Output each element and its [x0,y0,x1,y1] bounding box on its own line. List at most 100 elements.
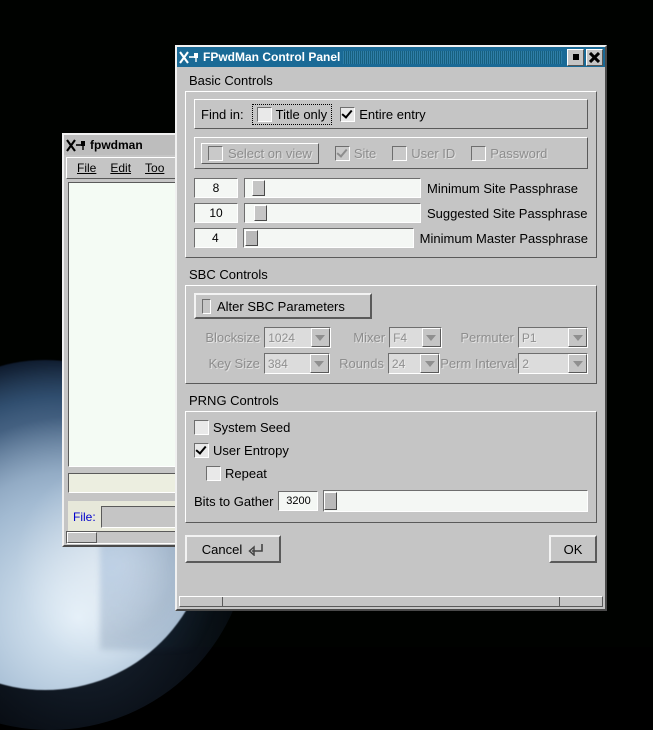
checkbox-title-only[interactable]: Title only [251,103,333,125]
sbc-controls-group: Alter SBC Parameters Blocksize 1024 Mixe… [185,285,597,384]
file-value-field[interactable] [100,506,186,528]
horizontal-scrollbar[interactable] [66,531,188,544]
perm-interval-dropdown: 2 [518,353,588,374]
alter-sbc-checkbox-box[interactable] [202,298,211,314]
rounds-dropdown: 24 [387,353,441,374]
dialog-titlebar[interactable]: FPwdMan Control Panel [177,47,605,67]
checkbox-entire-entry[interactable]: Entire entry [340,106,426,122]
mixer-label: Mixer [353,330,386,345]
menu-item-file[interactable]: File [77,161,96,175]
chevron-down-icon [421,328,441,347]
repeat-checkbox-box[interactable] [206,466,221,481]
fpwdman-title-text: fpwdman [90,138,143,152]
entire-entry-checkbox-box[interactable] [340,106,356,122]
system-seed-label: System Seed [213,420,291,435]
resize-grip-left[interactable] [180,597,223,606]
checkbox-password: Password [471,145,548,161]
title-only-label: Title only [275,106,328,122]
chevron-down-icon [568,354,587,373]
prng-controls-group: System Seed User Entropy Repeat Bits to … [185,411,597,523]
suggested-site-value[interactable]: 10 [194,203,238,223]
bits-to-gather-label: Bits to Gather [194,493,274,509]
minimize-button[interactable] [567,48,584,66]
mixer-value: F4 [393,330,408,345]
min-site-slider-thumb[interactable] [252,180,265,196]
sbc-param-row-2: Key Size 384 Rounds 24 Perm Interval 2 [194,353,588,374]
x-window-icon [179,50,198,64]
suggested-site-label: Suggested Site Passphrase [427,205,588,221]
min-master-value[interactable]: 4 [194,228,237,248]
chevron-down-icon [420,354,440,373]
alter-sbc-parameters-button[interactable]: Alter SBC Parameters [194,293,372,319]
menu-tools-label: Too [145,161,165,175]
dialog-button-bar: Cancel OK [185,535,597,563]
alter-sbc-label: Alter SBC Parameters [217,298,345,314]
resize-grip-strip[interactable] [179,596,603,607]
cancel-label: Cancel [201,541,243,557]
blocksize-value: 1024 [268,330,295,345]
find-in-row: Find in: Title only Entire entry [194,99,588,129]
slider-row-suggested-site: 10 Suggested Site Passphrase [194,203,588,223]
fpwdman-window[interactable]: fpwdman File Edit Too File: [62,133,188,547]
entry-list-area[interactable] [68,182,188,467]
resize-grip-right[interactable] [559,597,602,606]
sbc-param-row-1: Blocksize 1024 Mixer F4 Permuter P1 [194,327,588,348]
close-icon [589,51,600,63]
checkbox-user-entropy[interactable]: User Entropy [194,443,588,458]
slider-row-min-master: 4 Minimum Master Passphrase [194,228,588,248]
basic-controls-heading: Basic Controls [189,73,273,88]
bits-to-gather-value[interactable]: 3200 [278,491,319,511]
user-id-label: User ID [411,145,456,161]
password-checkbox-box [471,145,487,161]
min-master-slider-thumb[interactable] [245,230,259,246]
file-label: File: [73,510,96,524]
min-site-slider[interactable] [244,178,421,198]
repeat-label: Repeat [225,466,267,481]
sbc-controls-heading: SBC Controls [189,267,268,282]
min-master-slider[interactable] [242,228,414,248]
bits-to-gather-slider-thumb[interactable] [324,492,338,510]
blocksize-label: Blocksize [205,330,261,345]
select-on-view-button: Select on view [201,142,319,164]
checkbox-repeat[interactable]: Repeat [206,466,588,481]
scrollbar-thumb[interactable] [67,532,97,543]
select-on-view-checkbox-box [208,145,223,161]
checkbox-system-seed[interactable]: System Seed [194,420,588,435]
chevron-down-icon [310,328,330,347]
min-master-label: Minimum Master Passphrase [419,230,588,246]
menu-item-edit[interactable]: Edit [110,161,131,175]
blocksize-dropdown: 1024 [264,327,331,348]
system-seed-checkbox-box[interactable] [194,420,209,435]
min-site-value[interactable]: 8 [194,178,238,198]
dialog-title-text: FPwdMan Control Panel [203,50,341,64]
search-input[interactable] [68,473,188,493]
menu-item-tools[interactable]: Too [145,161,164,175]
close-button[interactable] [586,48,603,66]
cancel-button[interactable]: Cancel [185,535,281,563]
key-size-label: Key Size [208,356,260,371]
bits-to-gather-slider[interactable] [323,490,588,512]
perm-interval-label: Perm Interval [440,356,518,371]
fpwdman-titlebar[interactable]: fpwdman [64,135,186,155]
basic-controls-group: Find in: Title only Entire entry Select … [185,91,597,258]
find-in-label: Find in: [201,106,244,122]
titlebar-hatch [343,50,562,64]
key-size-dropdown: 384 [263,353,330,374]
password-label: Password [490,145,548,161]
title-only-checkbox-box[interactable] [256,106,272,122]
select-on-view-row: Select on view Site User ID Password [194,137,588,169]
chevron-down-icon [309,354,329,373]
user-entropy-checkbox-box[interactable] [194,443,209,458]
control-panel-dialog[interactable]: FPwdMan Control Panel Basic Controls Fin… [175,45,607,611]
menu-file-label: File [77,161,97,175]
suggested-site-slider-thumb[interactable] [253,205,267,221]
entire-entry-label: Entire entry [359,106,426,122]
menubar[interactable]: File Edit Too [66,157,188,179]
permuter-dropdown: P1 [517,327,588,348]
suggested-site-slider[interactable] [244,203,421,223]
ok-label: OK [563,541,583,557]
mixer-dropdown: F4 [389,327,442,348]
minimize-icon [572,54,579,60]
ok-button[interactable]: OK [549,535,597,563]
permuter-label: Permuter [460,330,514,345]
